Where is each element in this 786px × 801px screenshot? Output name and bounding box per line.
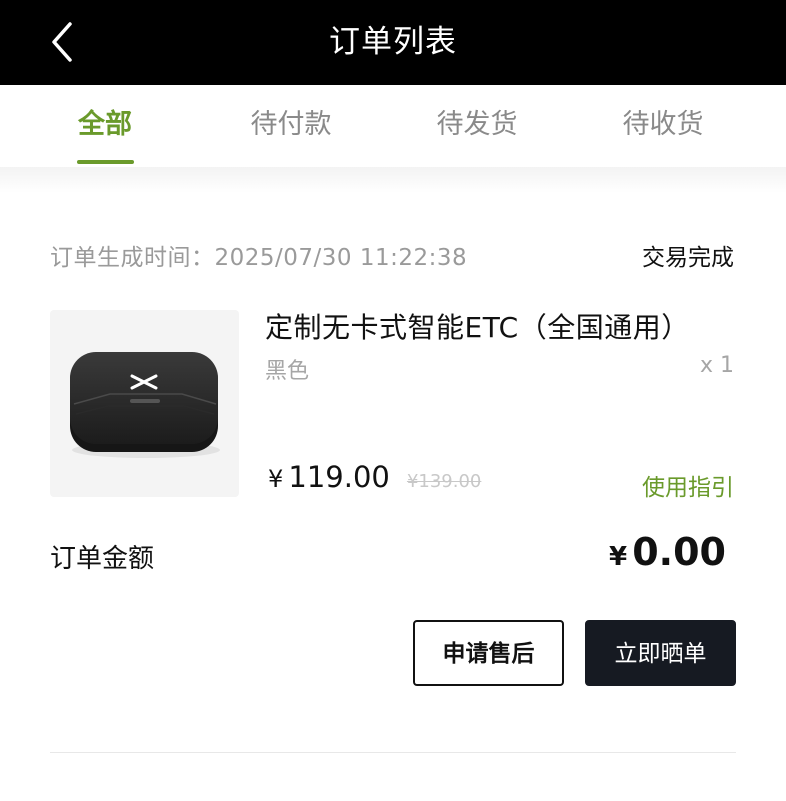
tab-all[interactable]: 全部 (40, 85, 170, 167)
nav-header: 订单列表 (0, 0, 786, 85)
product-quantity: x 1 (699, 353, 734, 378)
product-variant: 黑色 (265, 359, 310, 384)
total-value: 0.00 (632, 530, 726, 574)
tab-pending-shipment[interactable]: 待发货 (412, 85, 542, 167)
active-tab-indicator (77, 160, 134, 164)
order-total-amount: ¥ 0.00 (609, 530, 726, 574)
product-price: 119.00 (288, 460, 390, 494)
product-price-row: ¥ 119.00 ¥139.00 (268, 460, 481, 500)
order-list-page: 订单列表 全部 待付款 待发货 待收货 订单生成时间：2025/07/30 11… (0, 0, 786, 801)
tab-pending-receipt[interactable]: 待收货 (598, 85, 728, 167)
tabs-divider (0, 167, 786, 193)
currency-symbol: ¥ (268, 465, 284, 493)
chevron-left-icon (52, 22, 72, 62)
share-review-button[interactable]: 立即晒单 (585, 620, 736, 686)
usage-guide-link[interactable]: 使用指引 (642, 468, 734, 502)
order-total-label: 订单金额 (50, 544, 155, 574)
total-currency-symbol: ¥ (609, 542, 628, 572)
order-tabs: 全部 待付款 待发货 待收货 (0, 85, 786, 167)
page-title: 订单列表 (329, 24, 457, 60)
etc-device-icon (70, 352, 220, 458)
tab-pending-payment[interactable]: 待付款 (226, 85, 356, 167)
order-status: 交易完成 (642, 245, 734, 271)
product-image[interactable] (50, 310, 239, 497)
apply-aftersale-button[interactable]: 申请售后 (413, 620, 564, 686)
original-price: ¥139.00 (406, 471, 482, 492)
back-button[interactable] (44, 20, 84, 64)
order-created-time: 订单生成时间：2025/07/30 11:22:38 (50, 245, 468, 271)
order-divider (50, 752, 736, 753)
product-name[interactable]: 定制无卡式智能ETC（全国通用） (265, 306, 690, 346)
